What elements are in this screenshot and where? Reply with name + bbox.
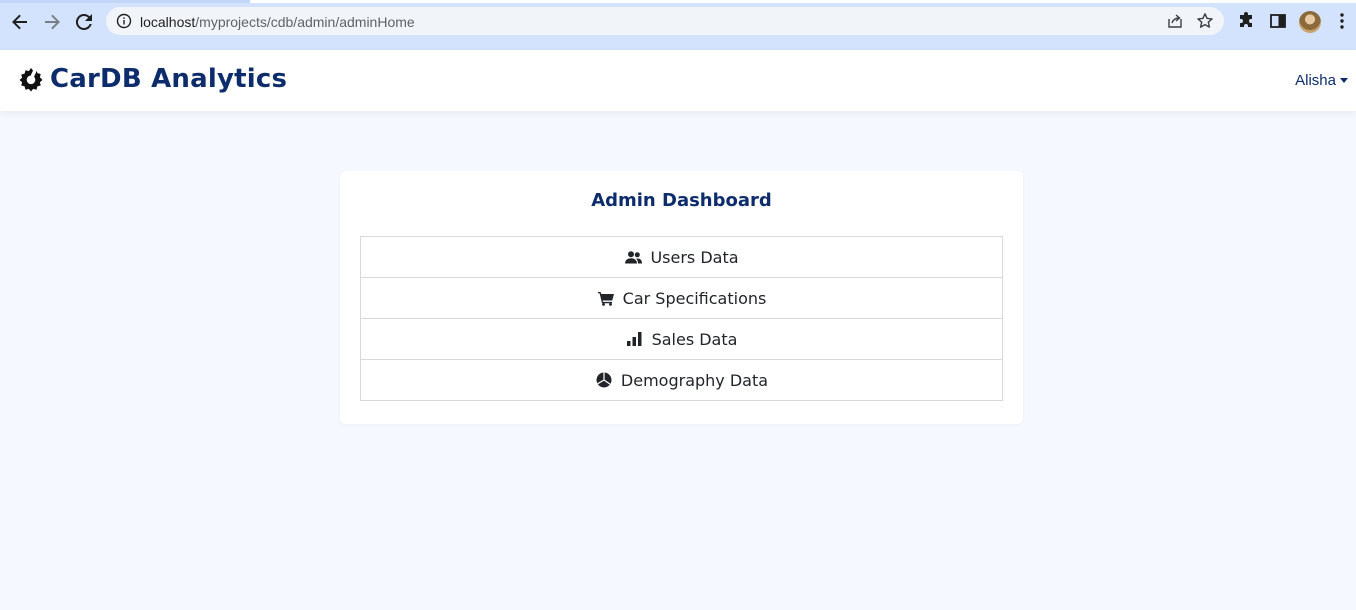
url-text: localhost/myprojects/cdb/admin/adminHome bbox=[140, 14, 415, 30]
reload-icon bbox=[75, 13, 92, 30]
url-host: localhost bbox=[140, 14, 196, 30]
user-dropdown[interactable]: Alisha bbox=[1295, 72, 1348, 89]
puzzle-icon bbox=[1240, 12, 1252, 27]
app-navbar: CarDB Analytics Alisha bbox=[0, 50, 1356, 111]
bookmark-star-icon[interactable] bbox=[1196, 12, 1214, 30]
users-data-label: Users Data bbox=[650, 247, 739, 267]
kebab-menu-icon bbox=[1340, 13, 1344, 29]
extensions-button[interactable] bbox=[1234, 9, 1258, 33]
users-icon bbox=[624, 249, 642, 265]
dashboard-menu: Users Data Car Specifications Sales Data… bbox=[360, 236, 1003, 401]
brand-name: CarDB Analytics bbox=[50, 64, 288, 94]
back-button[interactable] bbox=[7, 9, 33, 35]
users-data-link[interactable]: Users Data bbox=[360, 236, 1003, 278]
user-name: Alisha bbox=[1295, 72, 1336, 89]
car-specifications-label: Car Specifications bbox=[622, 288, 767, 308]
brand-link[interactable]: CarDB Analytics bbox=[17, 64, 287, 94]
side-panel-icon bbox=[1270, 14, 1286, 28]
demography-data-link[interactable]: Demography Data bbox=[360, 359, 1003, 401]
tab-strip-edge bbox=[0, 0, 250, 3]
cart-icon bbox=[597, 290, 615, 306]
back-arrow-icon bbox=[12, 14, 27, 30]
sales-data-link[interactable]: Sales Data bbox=[360, 318, 1003, 360]
bar-chart-icon bbox=[626, 331, 644, 347]
forward-arrow-icon bbox=[45, 14, 60, 30]
card-title: Admin Dashboard bbox=[591, 190, 772, 211]
car-specifications-link[interactable]: Car Specifications bbox=[360, 277, 1003, 319]
url-path: /myprojects/cdb/admin/adminHome bbox=[195, 14, 415, 30]
sales-data-label: Sales Data bbox=[651, 329, 738, 349]
address-bar[interactable]: localhost/myprojects/cdb/admin/adminHome bbox=[106, 7, 1224, 35]
profile-avatar[interactable] bbox=[1299, 11, 1321, 33]
reload-button[interactable] bbox=[71, 9, 97, 35]
pie-chart-icon bbox=[595, 372, 613, 388]
demography-data-label: Demography Data bbox=[620, 370, 769, 390]
share-icon[interactable] bbox=[1166, 12, 1184, 30]
caret-down-icon bbox=[1340, 78, 1348, 83]
browser-menu-button[interactable] bbox=[1330, 9, 1354, 33]
gear-logo-icon bbox=[19, 67, 43, 92]
browser-toolbar: localhost/myprojects/cdb/admin/adminHome bbox=[0, 0, 1356, 50]
site-info-icon[interactable] bbox=[116, 13, 132, 29]
side-panel-button[interactable] bbox=[1266, 9, 1290, 33]
admin-dashboard-card: Admin Dashboard Users Data Car Specifica… bbox=[340, 171, 1023, 424]
forward-button[interactable] bbox=[39, 9, 65, 35]
